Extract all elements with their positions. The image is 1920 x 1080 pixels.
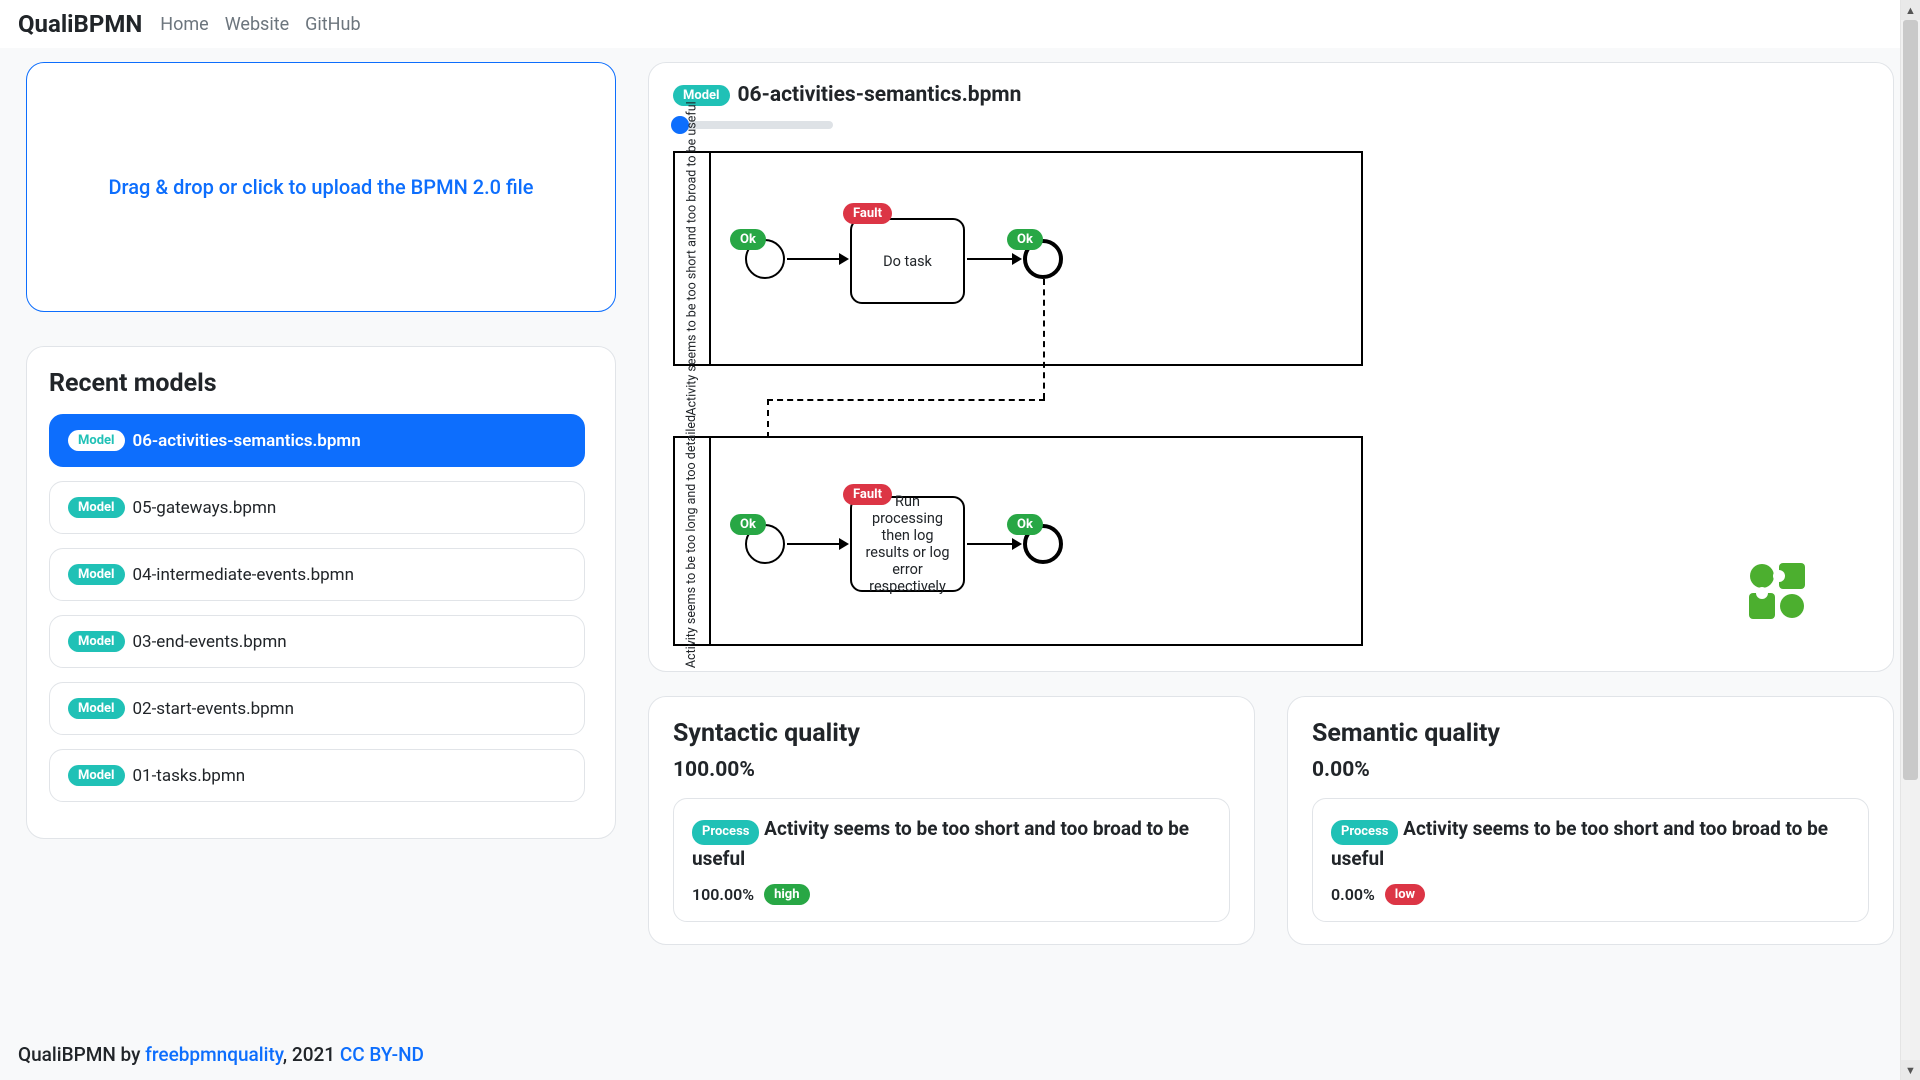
footer: QualiBPMN by freebpmnquality, 2021 CC BY… xyxy=(18,1043,424,1066)
diagram-filename: 06-activities-semantics.bpmn xyxy=(738,83,1022,107)
syntactic-quality-card: Syntactic quality 100.00% Process Activi… xyxy=(648,696,1255,945)
bpmn-io-logo-icon xyxy=(1745,559,1809,623)
ok-badge: Ok xyxy=(730,229,766,250)
model-filename: 06-activities-semantics.bpmn xyxy=(133,431,361,451)
quality-item-text: Activity seems to be too short and too b… xyxy=(692,817,1189,870)
footer-link-author[interactable]: freebpmnquality xyxy=(145,1043,283,1066)
process-badge: Process xyxy=(692,820,759,845)
recent-model-item[interactable]: Model 05-gateways.bpmn xyxy=(49,481,585,534)
syntactic-title: Syntactic quality xyxy=(673,719,1230,748)
quality-item-pct: 100.00% xyxy=(692,885,754,904)
fault-badge: Fault xyxy=(843,203,892,224)
recent-models-panel: Recent models Model 06-activities-semant… xyxy=(26,346,616,839)
nav-home[interactable]: Home xyxy=(160,14,208,35)
bpmn-pool-label: Activity seems to be too long and too de… xyxy=(675,438,711,644)
model-badge: Model xyxy=(68,765,125,786)
scroll-down-icon[interactable]: ▼ xyxy=(1901,1060,1920,1080)
footer-link-license[interactable]: CC BY-ND xyxy=(340,1043,424,1066)
high-badge: high xyxy=(764,884,809,905)
semantic-quality-card: Semantic quality 0.00% Process Activity … xyxy=(1287,696,1894,945)
nav-website[interactable]: Website xyxy=(225,14,289,35)
upload-dropzone[interactable]: Drag & drop or click to upload the BPMN … xyxy=(26,62,616,312)
page-scrollbar[interactable]: ▲ ▼ xyxy=(1900,0,1920,1080)
model-badge: Model xyxy=(68,631,125,652)
scroll-up-icon[interactable]: ▲ xyxy=(1901,0,1920,20)
model-badge: Model xyxy=(68,430,125,451)
ok-badge: Ok xyxy=(1007,514,1043,535)
semantic-title: Semantic quality xyxy=(1312,719,1869,748)
bpmn-sequence-flow xyxy=(967,258,1020,260)
recent-model-item[interactable]: Model 06-activities-semantics.bpmn xyxy=(49,414,585,467)
bpmn-pool: Activity seems to be too long and too de… xyxy=(673,436,1363,646)
semantic-pct: 0.00% xyxy=(1312,758,1869,782)
model-filename: 03-end-events.bpmn xyxy=(133,632,287,652)
model-badge: Model xyxy=(673,85,730,106)
recent-model-item[interactable]: Model 04-intermediate-events.bpmn xyxy=(49,548,585,601)
recent-model-item[interactable]: Model 03-end-events.bpmn xyxy=(49,615,585,668)
fault-badge: Fault xyxy=(843,484,892,505)
bpmn-sequence-flow xyxy=(787,543,847,545)
recent-models-list[interactable]: Model 06-activities-semantics.bpmn Model… xyxy=(49,414,593,816)
model-badge: Model xyxy=(68,698,125,719)
low-badge: low xyxy=(1385,884,1425,905)
brand[interactable]: QualiBPMN xyxy=(18,10,142,38)
scrollbar-thumb[interactable] xyxy=(1903,20,1918,780)
syntactic-pct: 100.00% xyxy=(673,758,1230,782)
recent-models-title: Recent models xyxy=(49,369,593,398)
recent-model-item[interactable]: Model 01-tasks.bpmn xyxy=(49,749,585,802)
model-filename: 01-tasks.bpmn xyxy=(133,766,246,786)
process-badge: Process xyxy=(1331,820,1398,845)
quality-item[interactable]: Process Activity seems to be too short a… xyxy=(673,798,1230,922)
quality-item-pct: 0.00% xyxy=(1331,885,1375,904)
navbar: QualiBPMN Home Website GitHub xyxy=(0,0,1920,48)
bpmn-sequence-flow xyxy=(967,543,1020,545)
nav-github[interactable]: GitHub xyxy=(305,14,360,35)
bpmn-sequence-flow xyxy=(787,258,847,260)
bpmn-canvas[interactable]: Activity seems to be too short and too b… xyxy=(673,151,1869,651)
bpmn-task: Run processing then log results or log e… xyxy=(850,496,965,592)
upload-text: Drag & drop or click to upload the BPMN … xyxy=(108,175,533,199)
quality-item-text: Activity seems to be too short and too b… xyxy=(1331,817,1828,870)
bpmn-pool: Activity seems to be too short and too b… xyxy=(673,151,1363,366)
model-filename: 02-start-events.bpmn xyxy=(133,699,294,719)
model-filename: 05-gateways.bpmn xyxy=(133,498,277,518)
diagram-header: Model 06-activities-semantics.bpmn xyxy=(673,83,1869,107)
ok-badge: Ok xyxy=(1007,229,1043,250)
bpmn-pool-label: Activity seems to be too short and too b… xyxy=(675,153,711,364)
bpmn-message-flow xyxy=(767,399,1045,401)
ok-badge: Ok xyxy=(730,514,766,535)
recent-model-item[interactable]: Model 02-start-events.bpmn xyxy=(49,682,585,735)
model-badge: Model xyxy=(68,497,125,518)
model-filename: 04-intermediate-events.bpmn xyxy=(133,565,354,585)
diagram-card: Model 06-activities-semantics.bpmn Activ… xyxy=(648,62,1894,672)
model-badge: Model xyxy=(68,564,125,585)
bpmn-task: Do task xyxy=(850,218,965,304)
bpmn-message-flow xyxy=(1043,279,1045,399)
quality-item[interactable]: Process Activity seems to be too short a… xyxy=(1312,798,1869,922)
quality-row: Syntactic quality 100.00% Process Activi… xyxy=(648,696,1894,945)
